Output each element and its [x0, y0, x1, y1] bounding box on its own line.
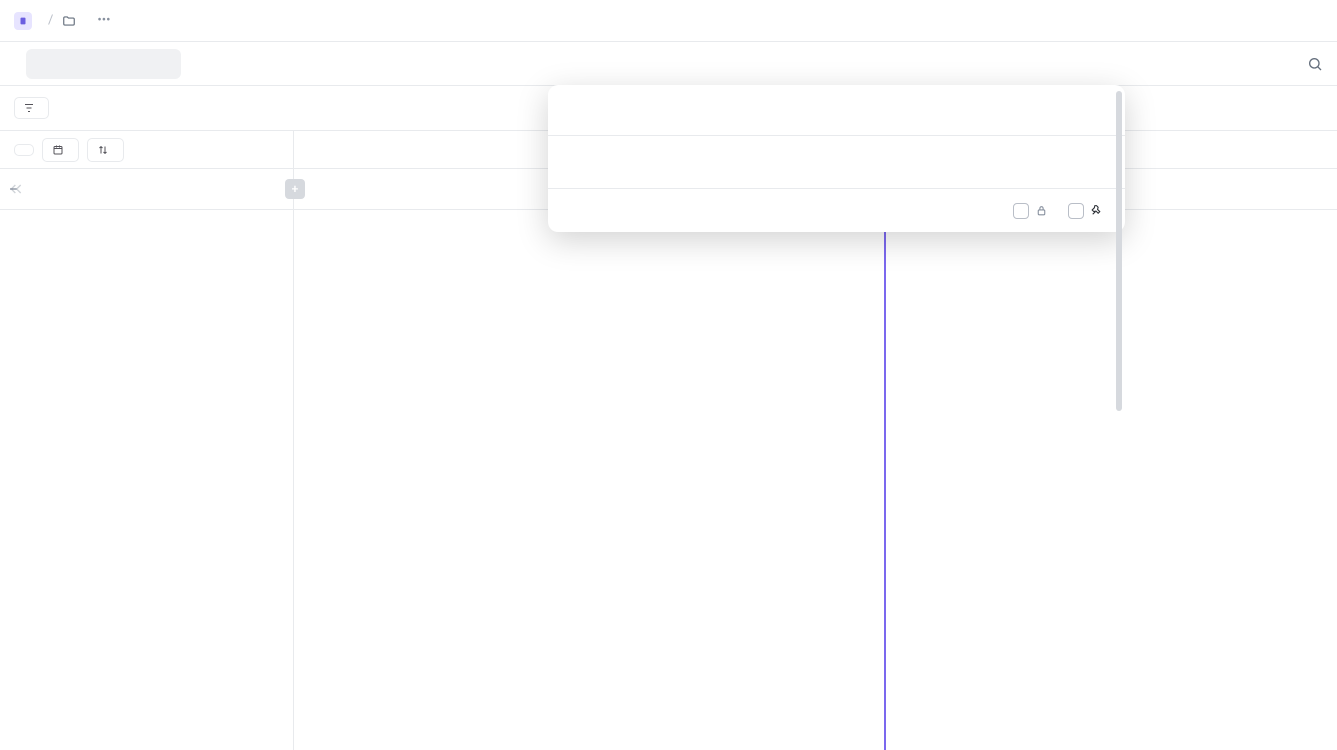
- section-popular-title: [548, 103, 1125, 115]
- hide-button[interactable]: [59, 104, 71, 112]
- pin-view-checkbox[interactable]: [1068, 203, 1084, 219]
- sort-icon: [97, 144, 109, 156]
- sidebar-header: +: [0, 168, 293, 210]
- private-view-checkbox[interactable]: [1013, 203, 1029, 219]
- search-views-input[interactable]: [26, 49, 181, 79]
- add-column-icon[interactable]: +: [285, 179, 305, 199]
- collapse-icon[interactable]: [8, 181, 24, 197]
- workspace-icon: [14, 12, 32, 30]
- gantt-side-controls: [0, 131, 293, 168]
- lock-icon: [1035, 204, 1048, 217]
- view-picker-popover: [548, 85, 1125, 232]
- popover-footer: [548, 188, 1125, 232]
- gantt-sidebar: +: [0, 131, 294, 750]
- section-more-title: [548, 152, 1125, 164]
- breadcrumb-separator: /: [48, 13, 53, 28]
- sortby-button[interactable]: [87, 138, 124, 162]
- filters-button[interactable]: [14, 97, 49, 119]
- search-views-field[interactable]: [42, 56, 218, 71]
- today-button[interactable]: [14, 144, 34, 156]
- breadcrumb-more-icon[interactable]: •••: [93, 11, 114, 30]
- folder-icon: [61, 13, 77, 29]
- pin-icon: [1090, 204, 1103, 217]
- filter-icon: [23, 102, 35, 114]
- breadcrumb: / •••: [0, 0, 1337, 42]
- pin-view-toggle[interactable]: [1068, 203, 1109, 219]
- view-tabs-bar: [0, 42, 1337, 86]
- search-icon-right[interactable]: [1307, 56, 1323, 72]
- calendar-icon: [52, 144, 64, 156]
- popover-divider: [548, 135, 1125, 136]
- today-indicator: [884, 210, 886, 750]
- private-view-toggle[interactable]: [1013, 203, 1054, 219]
- scrollbar[interactable]: [1116, 91, 1122, 188]
- weekday-button[interactable]: [42, 138, 79, 162]
- task-tree: [0, 210, 293, 230]
